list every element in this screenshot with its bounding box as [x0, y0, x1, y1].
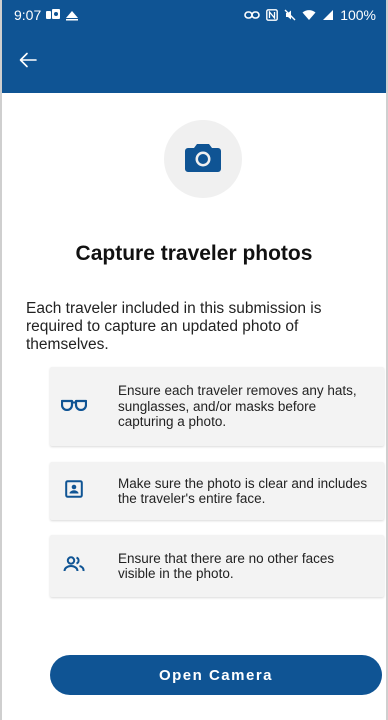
tip-card-clear-photo: Make sure the photo is clear and include…	[50, 462, 384, 520]
tip-icon-wrapper	[50, 398, 98, 416]
tip-text: Ensure that there are no other faces vis…	[118, 550, 335, 582]
status-bar: 9:07 100%	[2, 0, 386, 30]
notification-app-icon	[46, 9, 61, 21]
status-left: 9:07	[14, 7, 79, 23]
hero-illustration	[164, 120, 242, 198]
signal-icon	[322, 9, 334, 21]
tip-card-remove-accessories: Ensure each traveler removes any hats, s…	[50, 367, 384, 446]
battery-level: 100%	[340, 7, 376, 23]
weather-icon	[65, 9, 79, 21]
open-camera-button[interactable]: Open Camera	[50, 655, 382, 695]
status-time: 9:07	[14, 7, 42, 23]
portrait-icon	[65, 479, 83, 503]
page-title: Capture traveler photos	[75, 242, 313, 265]
wifi-icon	[302, 9, 316, 21]
app-bar: 9:07 100%	[2, 0, 386, 93]
nfc-icon	[266, 9, 279, 21]
mute-icon	[284, 9, 296, 21]
back-button[interactable]	[14, 48, 42, 76]
status-right: 100%	[244, 7, 376, 23]
intro-text: Each traveler included in this submissio…	[26, 300, 322, 353]
people-icon	[63, 555, 85, 577]
arrow-left-icon	[19, 52, 37, 73]
tip-text: Ensure each traveler removes any hats, s…	[118, 383, 357, 430]
tip-icon-wrapper	[50, 555, 98, 577]
screen: 9:07 100% Capture traveler photos Each t…	[0, 0, 388, 720]
glasses-icon	[60, 398, 88, 416]
tip-text: Make sure the photo is clear and include…	[118, 475, 368, 507]
camera-icon	[185, 142, 221, 177]
tip-card-no-other-faces: Ensure that there are no other faces vis…	[50, 535, 384, 597]
tip-icon-wrapper	[50, 479, 98, 503]
link-icon	[244, 10, 260, 20]
